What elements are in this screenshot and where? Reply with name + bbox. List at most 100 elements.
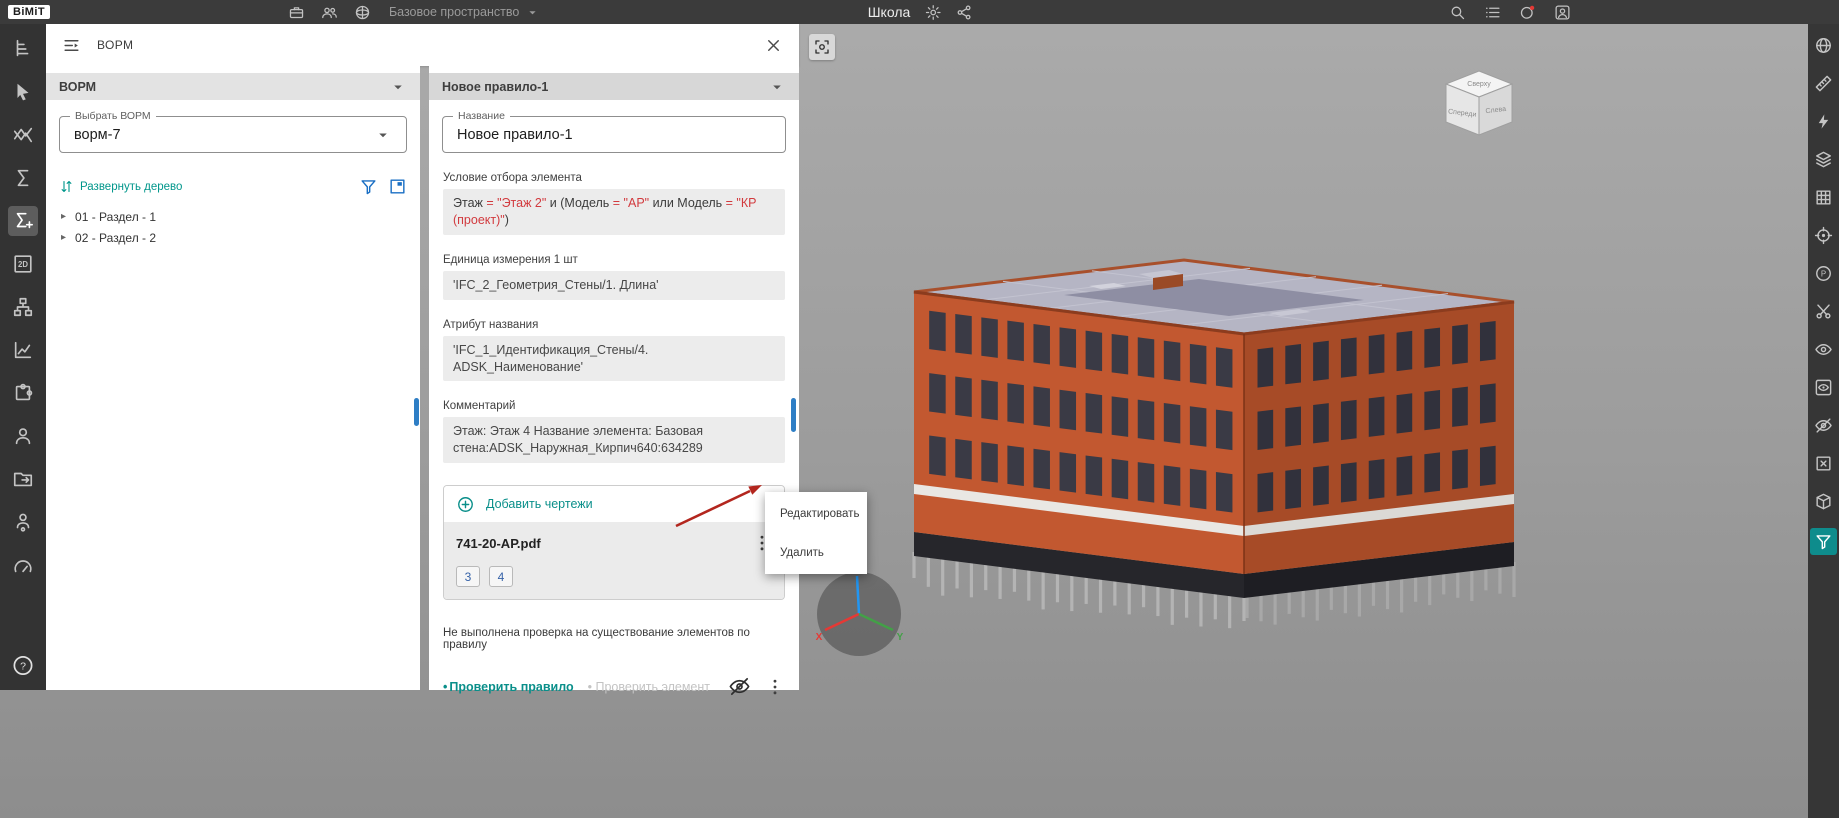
condition-segment: Этаж — [453, 196, 486, 210]
axis-gizmo[interactable]: X Y Z — [807, 560, 911, 664]
view-cube[interactable]: Сверху Спереди Слева — [1439, 66, 1519, 140]
context-menu-item[interactable]: Редактировать — [765, 494, 867, 533]
clash-icon — [8, 120, 38, 150]
condition-segment: и (Модель — [546, 196, 612, 210]
tool-sum[interactable] — [0, 156, 46, 199]
hierarchy-icon — [8, 292, 38, 322]
settings-button[interactable] — [924, 4, 941, 21]
view-properties[interactable]: P — [1810, 262, 1837, 285]
projects-button[interactable] — [288, 4, 305, 21]
tree-item-label: 02 - Раздел - 2 — [75, 231, 156, 245]
rule-section-header[interactable]: Новое правило-1 — [429, 73, 799, 100]
building-model[interactable] — [799, 24, 1808, 818]
view-clash[interactable] — [1810, 110, 1837, 133]
tree-item[interactable]: ▸ 02 - Раздел - 2 — [46, 227, 420, 248]
tool-hierarchy[interactable] — [0, 285, 46, 328]
cursor-icon — [8, 77, 38, 107]
app-logo[interactable]: BiMiT — [8, 5, 50, 19]
filter-icon[interactable] — [359, 177, 378, 196]
tree-tool-icons — [359, 177, 407, 196]
workspace-select[interactable]: Базовое пространство — [389, 5, 540, 20]
eye-icon — [1814, 340, 1833, 359]
rule-name-input[interactable]: Название Новое правило-1 — [442, 116, 786, 153]
view-hide[interactable] — [1810, 414, 1837, 437]
check-row: Проверить правило Проверить элемент — [443, 675, 785, 698]
unit-box[interactable]: 'IFC_2_Геометрия_Стены/1. Длина' — [443, 271, 785, 300]
check-element-button[interactable]: Проверить элемент — [588, 680, 710, 694]
view-layers[interactable] — [1810, 148, 1837, 171]
drawing-file-name: 741-20-АР.pdf — [456, 536, 541, 551]
comment-box[interactable]: Этаж: Этаж 4 Название элемента: Базовая … — [443, 417, 785, 463]
vorm-select-label: Выбрать ВОРМ — [70, 110, 156, 122]
view-visibility[interactable] — [1810, 338, 1837, 361]
vorm-select[interactable]: Выбрать ВОРМ ворм-7 — [59, 116, 407, 153]
context-menu-item[interactable]: Удалить — [765, 533, 867, 572]
close-icon[interactable] — [764, 36, 783, 55]
view-isolate[interactable] — [1810, 376, 1837, 399]
eyeoff-icon — [1814, 416, 1833, 435]
help-button[interactable]: ? — [12, 654, 35, 682]
notifications-button[interactable] — [1519, 4, 1536, 21]
tool-select[interactable] — [0, 70, 46, 113]
puzzle-icon — [8, 378, 38, 408]
tree-item[interactable]: ▸01 - Раздел - 1 — [46, 206, 420, 227]
page-badges: 34 — [456, 566, 772, 587]
condition-box[interactable]: Этаж = "Этаж 2" и (Модель = "АР" или Мод… — [443, 189, 785, 235]
page-badge[interactable]: 4 — [489, 566, 513, 587]
svg-text:2D: 2D — [18, 260, 28, 269]
vorm-section-title: ВОРМ — [59, 80, 96, 94]
project-title: Школа — [868, 4, 911, 20]
tool-plugins[interactable] — [0, 371, 46, 414]
expand-icon — [59, 179, 74, 194]
list-icon — [1484, 4, 1501, 21]
panel-menu-icon[interactable] — [62, 36, 81, 55]
axis-x-label: X — [816, 632, 823, 643]
tool-dashboard[interactable] — [0, 543, 46, 586]
panel-title: ВОРМ — [97, 38, 133, 52]
team-button[interactable] — [321, 4, 338, 21]
search-button[interactable] — [1449, 4, 1466, 21]
chevron-right-icon[interactable]: ▸ — [61, 232, 66, 243]
tool-model-tree[interactable] — [0, 27, 46, 70]
more-options-icon[interactable] — [765, 677, 785, 697]
view-section[interactable] — [1810, 300, 1837, 323]
vorm-window: ВОРМ ВОРМ Выбрать ВОРМ ворм-7 Развернуть… — [46, 24, 799, 690]
share-button[interactable] — [955, 4, 972, 21]
view-ghost[interactable] — [1810, 490, 1837, 513]
account-button[interactable] — [1554, 4, 1571, 21]
drawings-card: Добавить чертежи 741-20-АР.pdf 34 — [443, 485, 785, 600]
tool-2d-view[interactable]: 2D — [0, 242, 46, 285]
viewport-3d[interactable]: Сверху Спереди Слева X Y Z — [799, 24, 1808, 818]
list-button[interactable] — [1484, 4, 1501, 21]
view-selection-box[interactable] — [1810, 452, 1837, 475]
tool-users[interactable] — [0, 414, 46, 457]
view-focus[interactable] — [1810, 224, 1837, 247]
view-compass[interactable] — [1810, 34, 1837, 57]
attribute-box[interactable]: 'IFC_1_Идентификация_Стены/4. ADSK_Наиме… — [443, 336, 785, 382]
tool-user-location[interactable] — [0, 500, 46, 543]
check-rule-button[interactable]: Проверить правило — [443, 680, 574, 694]
expand-tree-button[interactable]: Развернуть дерево — [59, 179, 182, 194]
view-filter[interactable] — [1810, 528, 1837, 555]
eyebox-icon — [1814, 378, 1833, 397]
tool-charts[interactable] — [0, 328, 46, 371]
chevron-down-icon — [525, 5, 540, 20]
pbadge-icon: P — [1814, 264, 1833, 283]
tool-export[interactable] — [0, 457, 46, 500]
focus-model-button[interactable] — [809, 34, 835, 60]
view-measure[interactable] — [1810, 72, 1837, 95]
web-access-button[interactable] — [354, 4, 371, 21]
vorm-section-header[interactable]: ВОРМ — [46, 73, 420, 100]
scrollbar-thumb[interactable] — [414, 398, 419, 426]
chevron-right-icon[interactable]: ▸ — [61, 211, 66, 222]
view-grid[interactable] — [1810, 186, 1837, 209]
ruler-icon — [1814, 74, 1833, 93]
tool-clash[interactable] — [0, 113, 46, 156]
eye-off-icon[interactable] — [728, 675, 751, 698]
scrollbar-thumb[interactable] — [791, 398, 796, 432]
page-badge[interactable]: 3 — [456, 566, 480, 587]
boxx-icon — [1814, 454, 1833, 473]
tool-sum-plus[interactable] — [0, 199, 46, 242]
frame-icon[interactable] — [388, 177, 407, 196]
add-drawings-button[interactable]: Добавить чертежи — [444, 486, 784, 522]
